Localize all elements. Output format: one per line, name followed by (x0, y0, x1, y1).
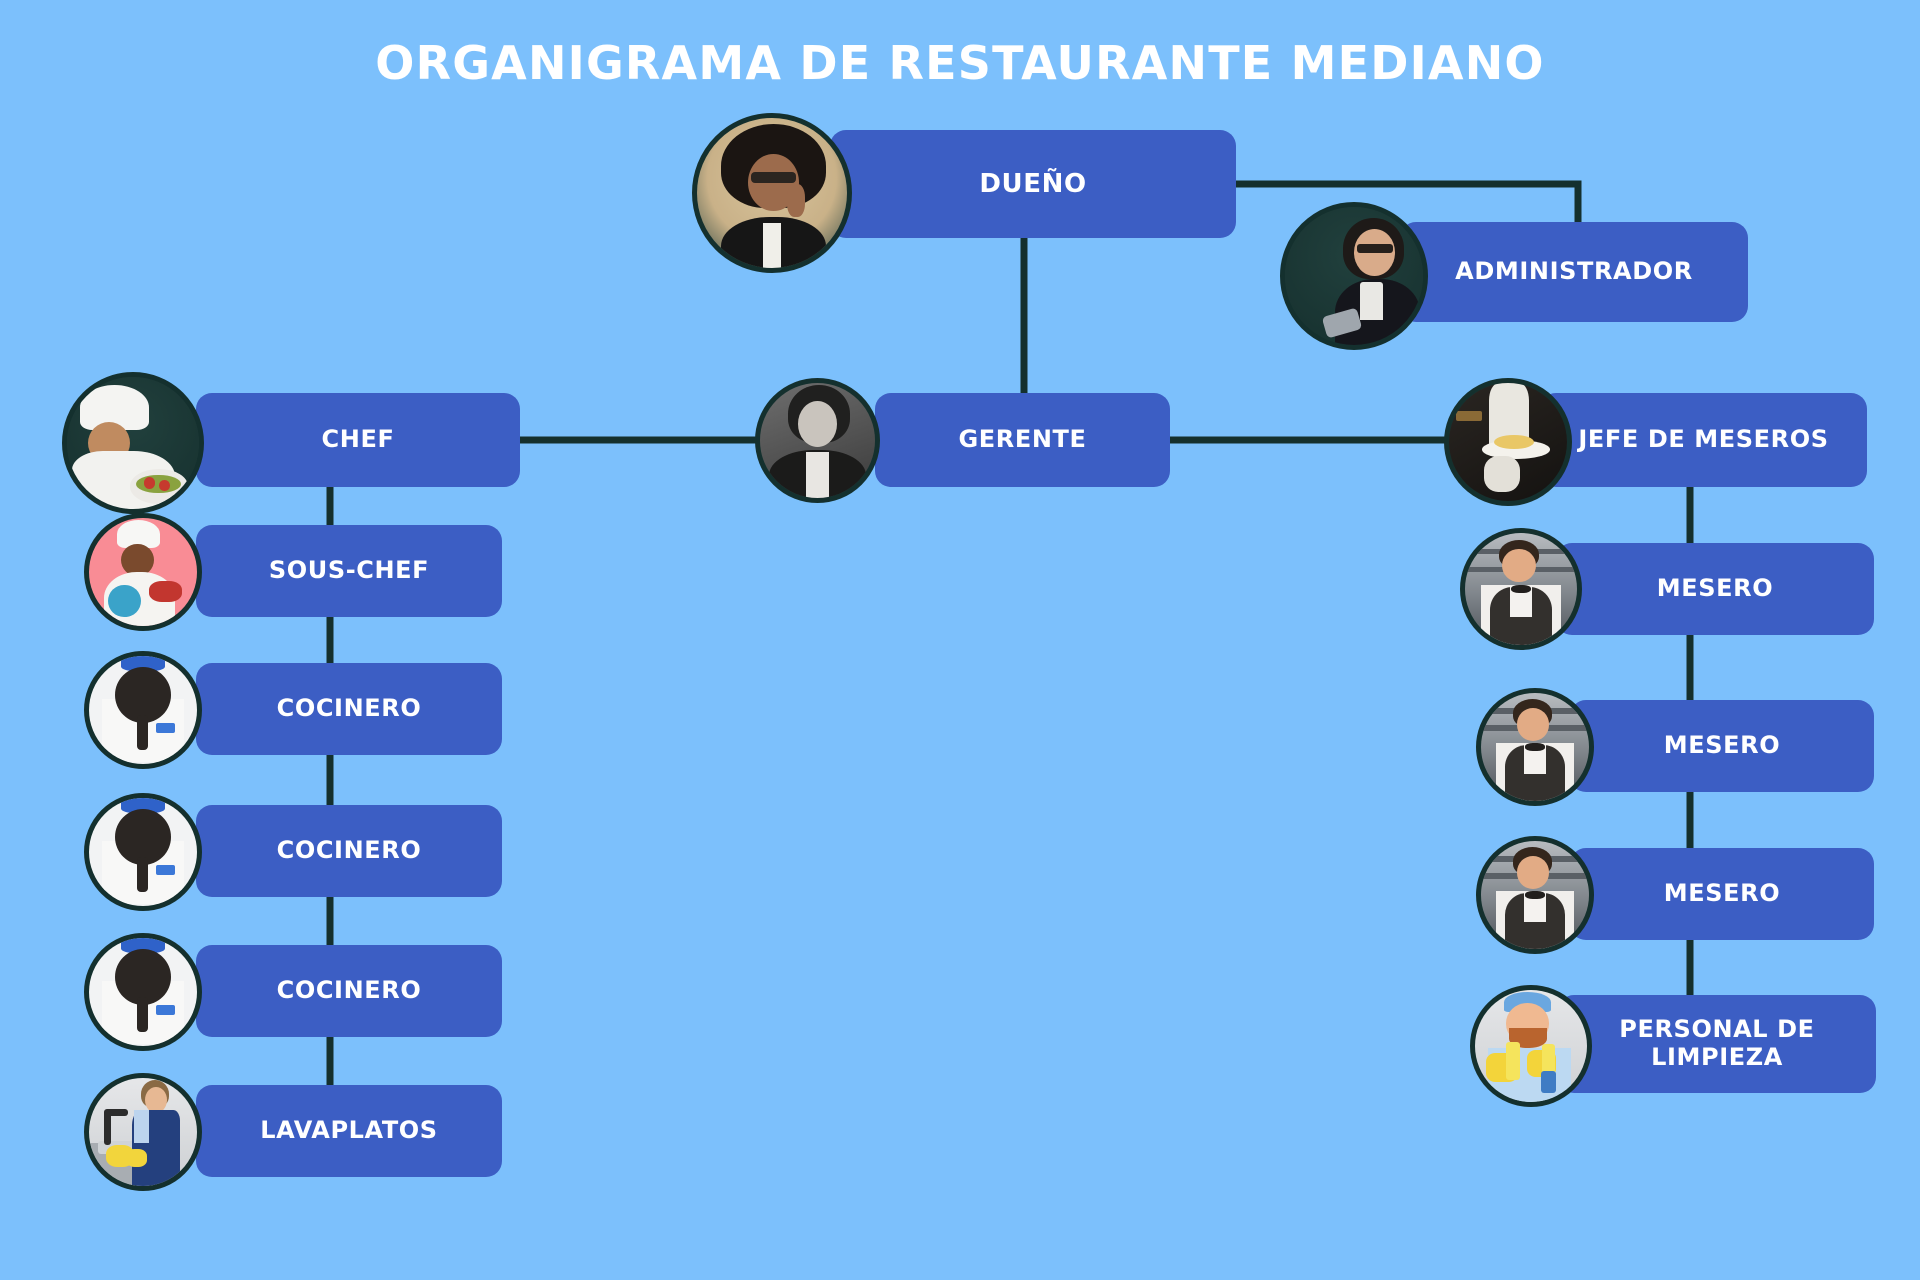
node-limpieza-box[interactable]: PERSONAL DE LIMPIEZA (1558, 995, 1876, 1093)
avatar-gerente (755, 378, 880, 503)
node-mesero-2-label: MESERO (1663, 731, 1781, 760)
node-mesero-1-label: MESERO (1656, 574, 1774, 603)
node-jefe-meseros-box[interactable]: JEFE DE MESEROS (1540, 393, 1867, 487)
node-cocinero-2-label: COCINERO (276, 836, 422, 865)
avatar-mesero-3 (1476, 836, 1594, 954)
node-jefe-meseros-label: JEFE DE MESEROS (1578, 425, 1829, 454)
node-dueno-box[interactable]: DUEÑO (830, 130, 1236, 238)
node-dueno-label: DUEÑO (979, 168, 1087, 199)
avatar-lavaplatos (84, 1073, 202, 1191)
avatar-chef (62, 372, 204, 514)
avatar-mesero-2 (1476, 688, 1594, 806)
avatar-limpieza (1470, 985, 1592, 1107)
node-chef-box[interactable]: CHEF (196, 393, 520, 487)
avatar-administrador (1280, 202, 1428, 350)
avatar-mesero-1 (1460, 528, 1582, 650)
node-gerente-box[interactable]: GERENTE (875, 393, 1170, 487)
node-cocinero-1-label: COCINERO (276, 694, 422, 723)
node-administrador-label: ADMINISTRADOR (1455, 257, 1693, 286)
avatar-cocinero-3 (84, 933, 202, 1051)
node-gerente-label: GERENTE (958, 425, 1087, 454)
node-cocinero-2-box[interactable]: COCINERO (196, 805, 502, 897)
node-sous-chef-label: SOUS-CHEF (268, 556, 430, 585)
node-mesero-1-box[interactable]: MESERO (1556, 543, 1874, 635)
page-title: ORGANIGRAMA DE RESTAURANTE MEDIANO (375, 36, 1545, 90)
node-chef-label: CHEF (321, 425, 395, 454)
node-cocinero-3-box[interactable]: COCINERO (196, 945, 502, 1037)
node-lavaplatos-box[interactable]: LAVAPLATOS (196, 1085, 502, 1177)
avatar-cocinero-2 (84, 793, 202, 911)
avatar-cocinero-1 (84, 651, 202, 769)
node-lavaplatos-label: LAVAPLATOS (260, 1116, 438, 1145)
avatar-jefe-meseros (1444, 378, 1572, 506)
node-cocinero-3-label: COCINERO (276, 976, 422, 1005)
node-mesero-3-box[interactable]: MESERO (1570, 848, 1874, 940)
avatar-sous-chef (84, 513, 202, 631)
node-cocinero-1-box[interactable]: COCINERO (196, 663, 502, 755)
node-mesero-3-label: MESERO (1663, 879, 1781, 908)
node-mesero-2-box[interactable]: MESERO (1570, 700, 1874, 792)
avatar-dueno (692, 113, 852, 273)
node-administrador-box[interactable]: ADMINISTRADOR (1400, 222, 1748, 322)
node-limpieza-label: PERSONAL DE LIMPIEZA (1619, 1015, 1815, 1071)
node-sous-chef-box[interactable]: SOUS-CHEF (196, 525, 502, 617)
